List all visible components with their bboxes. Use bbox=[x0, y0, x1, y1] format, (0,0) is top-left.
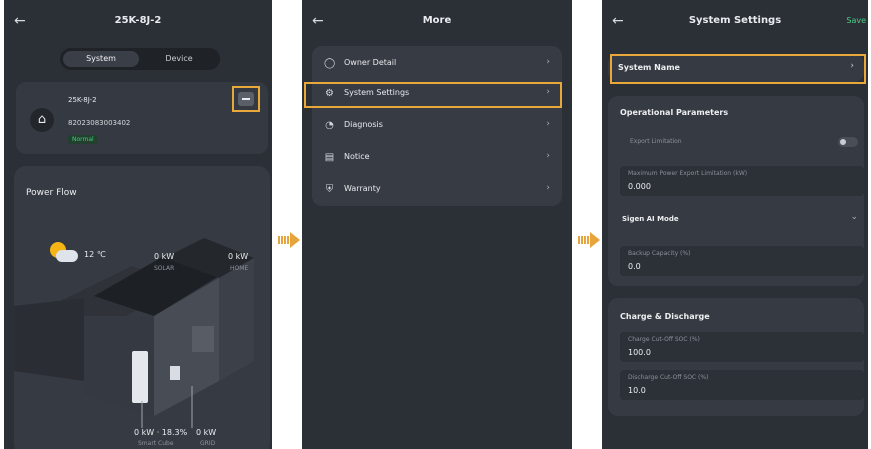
charge-cutoff-label: Charge Cut-Off SOC (%) bbox=[628, 336, 700, 343]
system-info-card: ⌂ 25K-8J-2 82023083003402 Normal bbox=[16, 82, 268, 154]
menu-item-warranty[interactable]: ⛨ Warranty › bbox=[312, 174, 562, 204]
system-name-highlight bbox=[610, 54, 866, 84]
page-title: 25K-8J-2 bbox=[114, 15, 162, 26]
more-button[interactable] bbox=[232, 86, 260, 112]
menu-item-diagnosis[interactable]: ◔ Diagnosis › bbox=[312, 110, 562, 140]
charge-cutoff-value: 100.0 bbox=[628, 348, 651, 357]
page-title: More bbox=[422, 15, 452, 26]
menu-item-notice[interactable]: ▤ Notice › bbox=[312, 142, 562, 172]
chevron-down-icon: ⌄ bbox=[850, 212, 858, 222]
charge-discharge-title: Charge & Discharge bbox=[620, 312, 710, 321]
system-name: 25K-8J-2 bbox=[68, 96, 97, 104]
operational-title: Operational Parameters bbox=[620, 108, 729, 117]
export-limitation-toggle[interactable] bbox=[838, 137, 858, 147]
backup-capacity-value: 0.0 bbox=[628, 262, 641, 271]
chevron-right-icon: › bbox=[546, 183, 550, 193]
solar-value: 0 kW bbox=[154, 252, 175, 261]
menu-item-owner-detail[interactable]: ◯ Owner Detail › bbox=[312, 48, 562, 78]
top-bar: ← 25K-8J-2 bbox=[4, 0, 272, 44]
backup-capacity-label: Backup Capacity (%) bbox=[628, 250, 691, 257]
home-screen: ← 25K-8J-2 System Device ⌂ 25K-8J-2 8202… bbox=[4, 0, 272, 449]
shield-icon: ⛨ bbox=[325, 184, 334, 195]
diagnosis-icon: ◔ bbox=[325, 120, 334, 131]
home-icon: ⌂ bbox=[30, 108, 54, 132]
system-settings-highlight bbox=[304, 82, 562, 108]
system-device-switch: System Device bbox=[60, 48, 220, 70]
menu-item-label: Warranty bbox=[344, 184, 381, 193]
discharge-cutoff-value: 10.0 bbox=[628, 386, 646, 395]
discharge-cutoff-label: Discharge Cut-Off SOC (%) bbox=[628, 374, 709, 381]
status-badge: Normal bbox=[68, 135, 98, 144]
more-icon bbox=[238, 92, 254, 106]
page-title: System Settings bbox=[688, 15, 782, 26]
export-limitation-label: Export Limitation bbox=[630, 138, 682, 145]
top-bar: ← More bbox=[302, 0, 572, 44]
discharge-cutoff-field[interactable]: Discharge Cut-Off SOC (%) 10.0 bbox=[620, 370, 864, 400]
menu-item-label: Diagnosis bbox=[344, 120, 383, 129]
weather-temp: 12 ℃ bbox=[84, 250, 106, 259]
battery-value: 0 kW · 18.3% bbox=[134, 428, 188, 437]
battery-label: Smart Cube bbox=[138, 440, 174, 447]
more-menu: ◯ Owner Detail › ⚙ System Settings › ◔ D… bbox=[312, 46, 562, 206]
sigen-ai-mode-label: Sigen AI Mode bbox=[622, 215, 679, 223]
grid-value: 0 kW bbox=[196, 428, 217, 437]
notice-icon: ▤ bbox=[324, 152, 335, 163]
max-export-value: 0.000 bbox=[628, 182, 651, 191]
house-illustration bbox=[14, 238, 254, 428]
home-label: HOME bbox=[230, 265, 249, 272]
tab-system[interactable]: System bbox=[63, 51, 139, 67]
power-flow-card: Power Flow 12 ℃ 0 kW SOLAR 0 kW HOME 0 k… bbox=[14, 166, 270, 449]
backup-capacity-field[interactable]: Backup Capacity (%) 0.0 bbox=[620, 246, 864, 276]
tab-device[interactable]: Device bbox=[141, 51, 217, 67]
cloud-icon bbox=[56, 250, 78, 262]
system-serial: 82023083003402 bbox=[68, 119, 131, 127]
menu-item-label: Owner Detail bbox=[344, 58, 397, 67]
max-export-label: Maximum Power Export Limitation (kW) bbox=[628, 170, 748, 177]
save-button[interactable]: Save bbox=[846, 16, 866, 25]
export-limitation-row: Export Limitation bbox=[620, 134, 864, 150]
sigen-ai-mode-row[interactable]: Sigen AI Mode ⌄ bbox=[620, 208, 864, 232]
chevron-right-icon: › bbox=[546, 119, 550, 129]
menu-item-label: Notice bbox=[344, 152, 370, 161]
top-bar: ← System Settings Save bbox=[602, 0, 868, 44]
charge-discharge-card: Charge & Discharge Charge Cut-Off SOC (%… bbox=[608, 298, 864, 416]
charge-cutoff-field[interactable]: Charge Cut-Off SOC (%) 100.0 bbox=[620, 332, 864, 362]
operational-parameters-card: Operational Parameters Export Limitation… bbox=[608, 96, 864, 286]
max-export-field[interactable]: Maximum Power Export Limitation (kW) 0.0… bbox=[620, 166, 864, 196]
user-icon: ◯ bbox=[324, 58, 336, 69]
solar-label: SOLAR bbox=[154, 265, 175, 272]
home-value: 0 kW bbox=[228, 252, 249, 261]
grid-label: GRID bbox=[200, 440, 216, 447]
chevron-right-icon: › bbox=[546, 57, 550, 67]
chevron-right-icon: › bbox=[546, 151, 550, 161]
system-settings-screen: ← System Settings Save System Name › Ope… bbox=[602, 0, 868, 449]
more-screen: ← More ◯ Owner Detail › ⚙ System Setting… bbox=[302, 0, 572, 449]
